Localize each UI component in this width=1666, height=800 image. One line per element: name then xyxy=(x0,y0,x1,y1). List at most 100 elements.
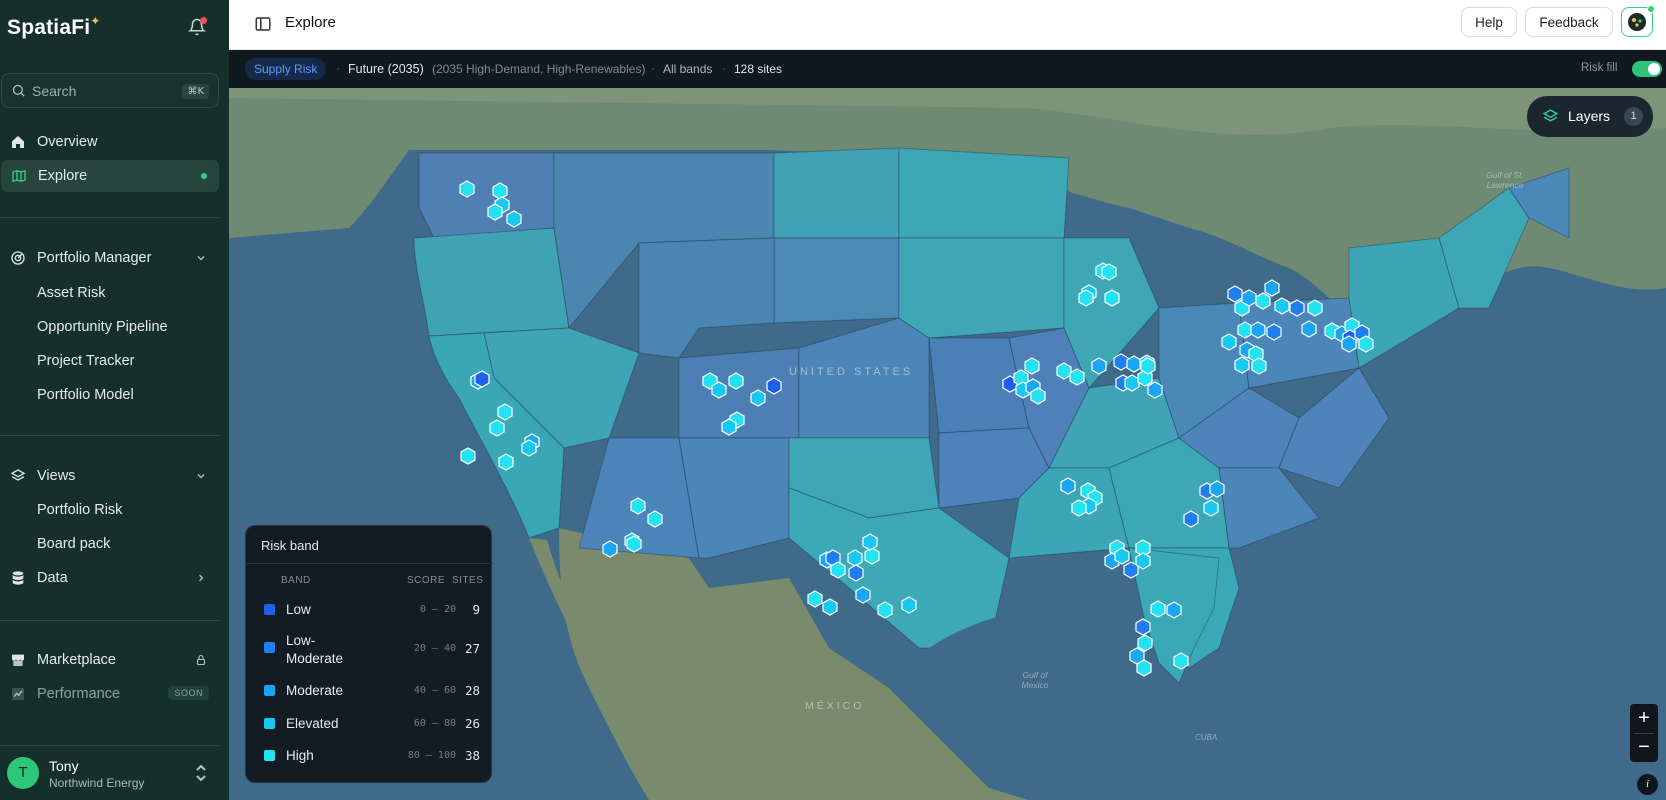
risk-fill-toggle[interactable] xyxy=(1632,61,1662,77)
separator: · xyxy=(722,61,726,75)
nav-board-pack[interactable]: Board pack xyxy=(37,536,110,552)
legend-band-name: Elevated xyxy=(286,716,339,731)
legend-site-count: 28 xyxy=(464,683,480,698)
nav-marketplace-label: Marketplace xyxy=(37,652,116,668)
search-icon xyxy=(12,84,25,97)
sidebar-divider xyxy=(0,217,219,218)
chevron-right-icon xyxy=(199,574,204,582)
legend-band-name: Low xyxy=(286,602,311,617)
layers-icon xyxy=(1542,109,1559,122)
chevron-down-icon xyxy=(197,474,205,479)
page-title: Explore xyxy=(285,14,336,31)
legend-swatch xyxy=(264,685,275,696)
nav-portfolio-manager-label: Portfolio Manager xyxy=(37,250,152,266)
legend-col-score: SCORE xyxy=(407,575,446,586)
legend-title: Risk band xyxy=(261,538,319,553)
zoom-in-button[interactable]: + xyxy=(1630,704,1658,733)
map-icon xyxy=(12,169,26,183)
map-info-button[interactable]: i xyxy=(1637,774,1658,795)
mode-pill[interactable]: Supply Risk xyxy=(245,58,327,80)
help-button[interactable]: Help xyxy=(1461,7,1517,37)
layers-label: Layers xyxy=(1568,108,1611,124)
st-lawrence-label: Gulf of St. Lawrence xyxy=(1486,170,1524,190)
mexico-label: MÉXICO xyxy=(805,700,865,712)
brand-logo[interactable]: SpatiaFi✦ xyxy=(7,14,101,40)
legend-score-range: 0 – 20 xyxy=(419,604,456,615)
notification-dot xyxy=(200,17,207,24)
globe-avatar-icon xyxy=(1628,13,1646,31)
cuba-label: CUBA xyxy=(1195,733,1218,742)
scenario-bar: Supply Risk · Future (2035) (2035 High-D… xyxy=(229,50,1666,88)
sidebar: SpatiaFi✦ ⌘K Overview Explore Portfolio … xyxy=(0,0,229,800)
store-icon xyxy=(12,654,24,666)
target-icon xyxy=(11,251,25,265)
home-icon xyxy=(12,136,24,148)
nav-overview-label: Overview xyxy=(37,134,98,150)
legend-band-name: Low-Moderate xyxy=(286,633,344,666)
layers-icon xyxy=(10,469,26,481)
bands-filter[interactable]: All bands xyxy=(663,62,712,76)
legend-score-range: 60 – 80 xyxy=(413,718,456,729)
nav-views-label: Views xyxy=(37,468,76,484)
nav-data[interactable]: Data xyxy=(0,562,219,594)
nav-portfolio-model[interactable]: Portfolio Model xyxy=(37,387,134,403)
nav-explore[interactable]: Explore xyxy=(1,160,219,192)
layers-button[interactable]: Layers 1 xyxy=(1527,96,1653,137)
risk-fill-label: Risk fill xyxy=(1581,62,1618,74)
nav-explore-label: Explore xyxy=(38,168,88,184)
nav-overview[interactable]: Overview xyxy=(0,126,219,158)
chart-icon xyxy=(12,688,24,700)
search-box[interactable]: ⌘K xyxy=(1,73,219,108)
legend-divider xyxy=(246,563,493,564)
avatar: T xyxy=(7,757,39,789)
sidebar-divider xyxy=(0,435,219,436)
separator: · xyxy=(651,61,655,75)
legend-score-range: 80 – 100 xyxy=(407,750,456,761)
top-header: Explore Help Feedback xyxy=(229,0,1666,50)
sidebar-toggle-icon[interactable] xyxy=(254,15,272,33)
legend-swatch xyxy=(264,642,275,653)
legend-col-sites: SITES xyxy=(452,575,484,586)
legend-site-count: 27 xyxy=(464,641,480,656)
legend-col-band: BAND xyxy=(281,575,311,586)
legend-site-count: 26 xyxy=(464,716,480,731)
nav-portfolio-risk[interactable]: Portfolio Risk xyxy=(37,502,122,518)
legend-band-name: High xyxy=(286,748,314,763)
soon-badge: SOON xyxy=(168,686,209,700)
scenario-name[interactable]: Future (2035) xyxy=(348,62,424,76)
nav-views[interactable]: Views xyxy=(0,460,219,492)
user-name: Tony xyxy=(49,758,79,774)
active-indicator-dot xyxy=(201,173,207,179)
legend-site-count: 38 xyxy=(464,748,480,763)
search-input[interactable] xyxy=(32,80,172,102)
chevron-down-icon xyxy=(197,256,205,261)
legend-swatch xyxy=(264,718,275,729)
nav-asset-risk[interactable]: Asset Risk xyxy=(37,285,106,301)
user-menu[interactable]: T Tony Northwind Energy xyxy=(0,747,219,800)
legend-band-name: Moderate xyxy=(286,683,344,698)
country-label: UNITED STATES xyxy=(789,366,914,378)
gulf-label: Gulf of Mexico xyxy=(1021,670,1049,690)
site-count: 128 sites xyxy=(734,62,783,76)
nav-portfolio-manager[interactable]: Portfolio Manager xyxy=(0,242,219,274)
chevron-updown-icon xyxy=(196,764,206,782)
nav-opportunity-pipeline[interactable]: Opportunity Pipeline xyxy=(37,319,168,335)
sidebar-divider xyxy=(0,620,219,621)
legend-swatch xyxy=(264,750,275,761)
zoom-control: + − xyxy=(1630,704,1658,762)
legend-score-range: 40 – 60 xyxy=(413,685,456,696)
lock-icon xyxy=(196,654,206,666)
layers-count-badge: 1 xyxy=(1624,107,1643,126)
sidebar-divider xyxy=(0,745,219,746)
nav-project-tracker[interactable]: Project Tracker xyxy=(37,353,135,369)
zoom-out-button[interactable]: − xyxy=(1630,733,1658,762)
nav-performance-label: Performance xyxy=(37,686,121,702)
legend-site-count: 9 xyxy=(472,602,480,617)
risk-band-legend: Risk band BAND SCORE SITES Low 0 – 20 9 … xyxy=(245,525,493,783)
search-shortcut-badge: ⌘K xyxy=(182,84,209,99)
feedback-button[interactable]: Feedback xyxy=(1525,7,1613,37)
nav-marketplace[interactable]: Marketplace xyxy=(0,644,219,676)
nav-data-label: Data xyxy=(37,570,68,586)
separator: · xyxy=(336,61,340,75)
scenario-detail: (2035 High-Demand, High-Renewables) xyxy=(432,62,646,76)
